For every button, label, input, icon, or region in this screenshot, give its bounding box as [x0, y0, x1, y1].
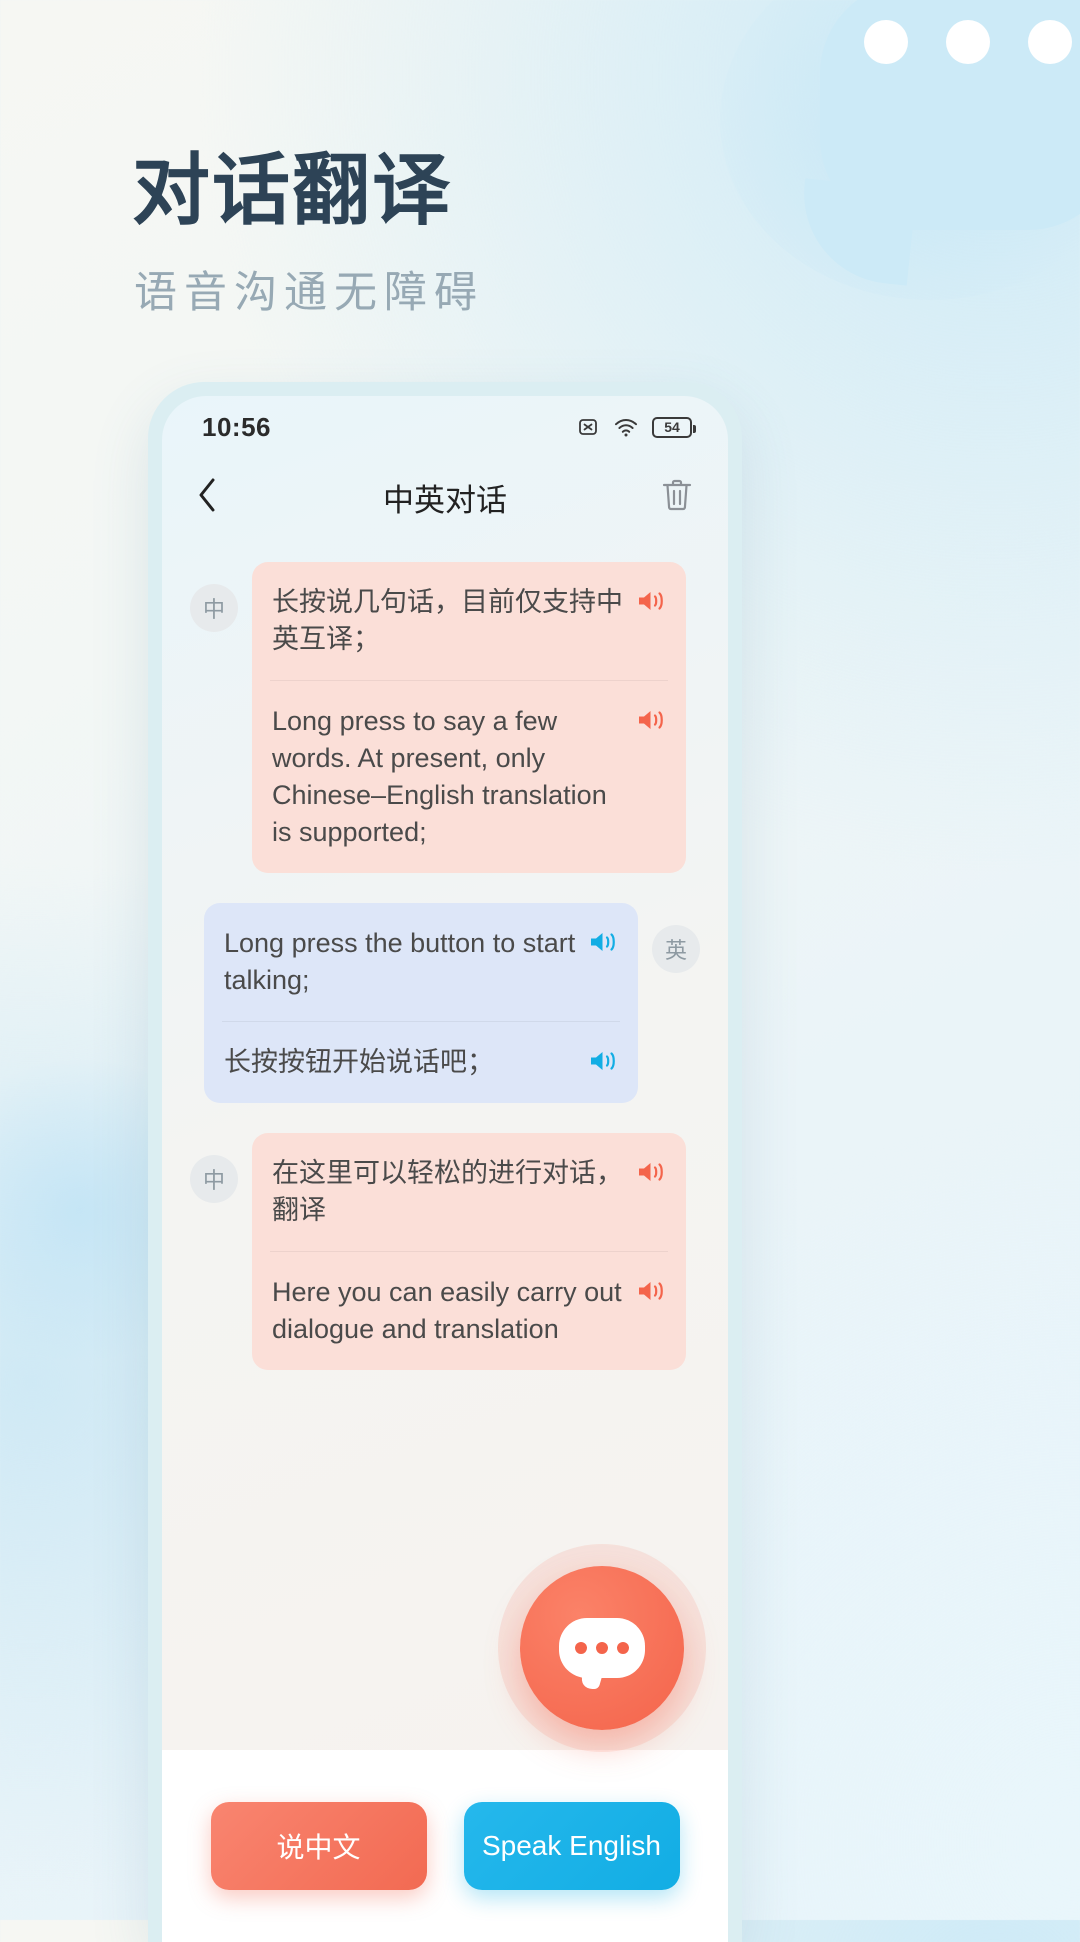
- app-header: 中英对话: [162, 458, 728, 536]
- chat-fab-button[interactable]: [520, 1566, 684, 1730]
- chat-message-row: 中在这里可以轻松的进行对话，翻译 Here you can easily carr…: [190, 1132, 700, 1370]
- chat-bubble[interactable]: 长按说几句话，目前仅支持中英互译； Long press to say a few…: [252, 562, 686, 873]
- chat-bubble-line: Long press to say a few words. At presen…: [270, 679, 668, 873]
- speaker-icon[interactable]: [636, 1158, 666, 1191]
- speaker-icon[interactable]: [636, 587, 666, 620]
- status-icons: 54: [576, 415, 696, 439]
- chat-text: 在这里可以轻松的进行对话，翻译: [272, 1157, 623, 1225]
- chat-text: Here you can easily carry out dialogue a…: [272, 1276, 622, 1344]
- status-time: 10:56: [202, 411, 271, 442]
- avatar: 中: [190, 1154, 238, 1203]
- chat-bubble-line: 在这里可以轻松的进行对话，翻译: [270, 1133, 668, 1251]
- status-bar: 10:56 54: [162, 396, 728, 458]
- battery-icon: 54: [652, 416, 696, 438]
- chat-text: 长按说几句话，目前仅支持中英互译；: [272, 587, 623, 654]
- chat-bubble-dots-icon: [559, 1618, 645, 1678]
- fab-dot: [617, 1642, 629, 1654]
- chat-text: 长按按钮开始说话吧；: [224, 1046, 494, 1077]
- avatar: 英: [652, 924, 700, 973]
- chat-bubble-line: Long press the button to start talking;: [222, 903, 620, 1021]
- battery-level-label: 54: [664, 419, 680, 435]
- avatar: 中: [190, 584, 238, 632]
- decor-bubble-dot: [946, 20, 990, 64]
- chat-bubble[interactable]: Long press the button to start talking; 长…: [204, 902, 638, 1103]
- chat-message-row: 中长按说几句话，目前仅支持中英互译； Long press to say a fe…: [190, 562, 700, 873]
- delete-button[interactable]: [648, 477, 694, 518]
- speak-english-button[interactable]: Speak English: [463, 1802, 680, 1890]
- chat-bubble-line: 长按说几句话，目前仅支持中英互译；: [270, 562, 668, 680]
- chevron-left-icon: [196, 477, 218, 518]
- phone-mockup: 10:56 54 中英对话 中 长按说几句话，目前仅支持中英互译； Long p…: [148, 382, 742, 1942]
- phone-screen: 10:56 54 中英对话 中 长按说几句话，目前仅支持中英互译； Long p…: [162, 396, 728, 1942]
- decor-speech-bubble: [820, 0, 1080, 230]
- page-title: 对话翻译: [132, 146, 453, 234]
- back-button[interactable]: [196, 477, 242, 518]
- wifi-icon: [613, 416, 639, 438]
- chat-bubble-line: Here you can easily carry out dialogue a…: [270, 1250, 668, 1370]
- chat-list[interactable]: 中长按说几句话，目前仅支持中英互译； Long press to say a fe…: [162, 536, 728, 1750]
- speaker-icon[interactable]: [636, 1277, 666, 1310]
- chat-message-row: 英 Long press the button to start talking;…: [190, 902, 700, 1103]
- speak-chinese-button[interactable]: 说中文: [210, 1802, 427, 1890]
- fab-dot: [596, 1642, 608, 1654]
- page-title-header: 中英对话: [383, 482, 507, 518]
- speaker-icon[interactable]: [588, 928, 618, 961]
- chat-text: Long press to say a few words. At presen…: [272, 705, 607, 847]
- speaker-icon[interactable]: [588, 1047, 618, 1080]
- bottom-action-bar: 说中文 Speak English: [162, 1750, 728, 1942]
- chat-bubble-line: 长按按钮开始说话吧；: [222, 1020, 620, 1103]
- no-sim-icon: [576, 415, 600, 439]
- chat-text: Long press the button to start talking;: [224, 927, 576, 995]
- decor-bubble-dot: [1028, 20, 1072, 64]
- fab-dot: [575, 1642, 587, 1654]
- chat-bubble[interactable]: 在这里可以轻松的进行对话，翻译 Here you can easily carry…: [252, 1132, 686, 1370]
- trash-icon: [660, 477, 694, 518]
- page-subtitle: 语音沟通无障碍: [134, 269, 484, 317]
- decor-bubble-dot: [864, 20, 908, 64]
- speaker-icon[interactable]: [636, 706, 666, 739]
